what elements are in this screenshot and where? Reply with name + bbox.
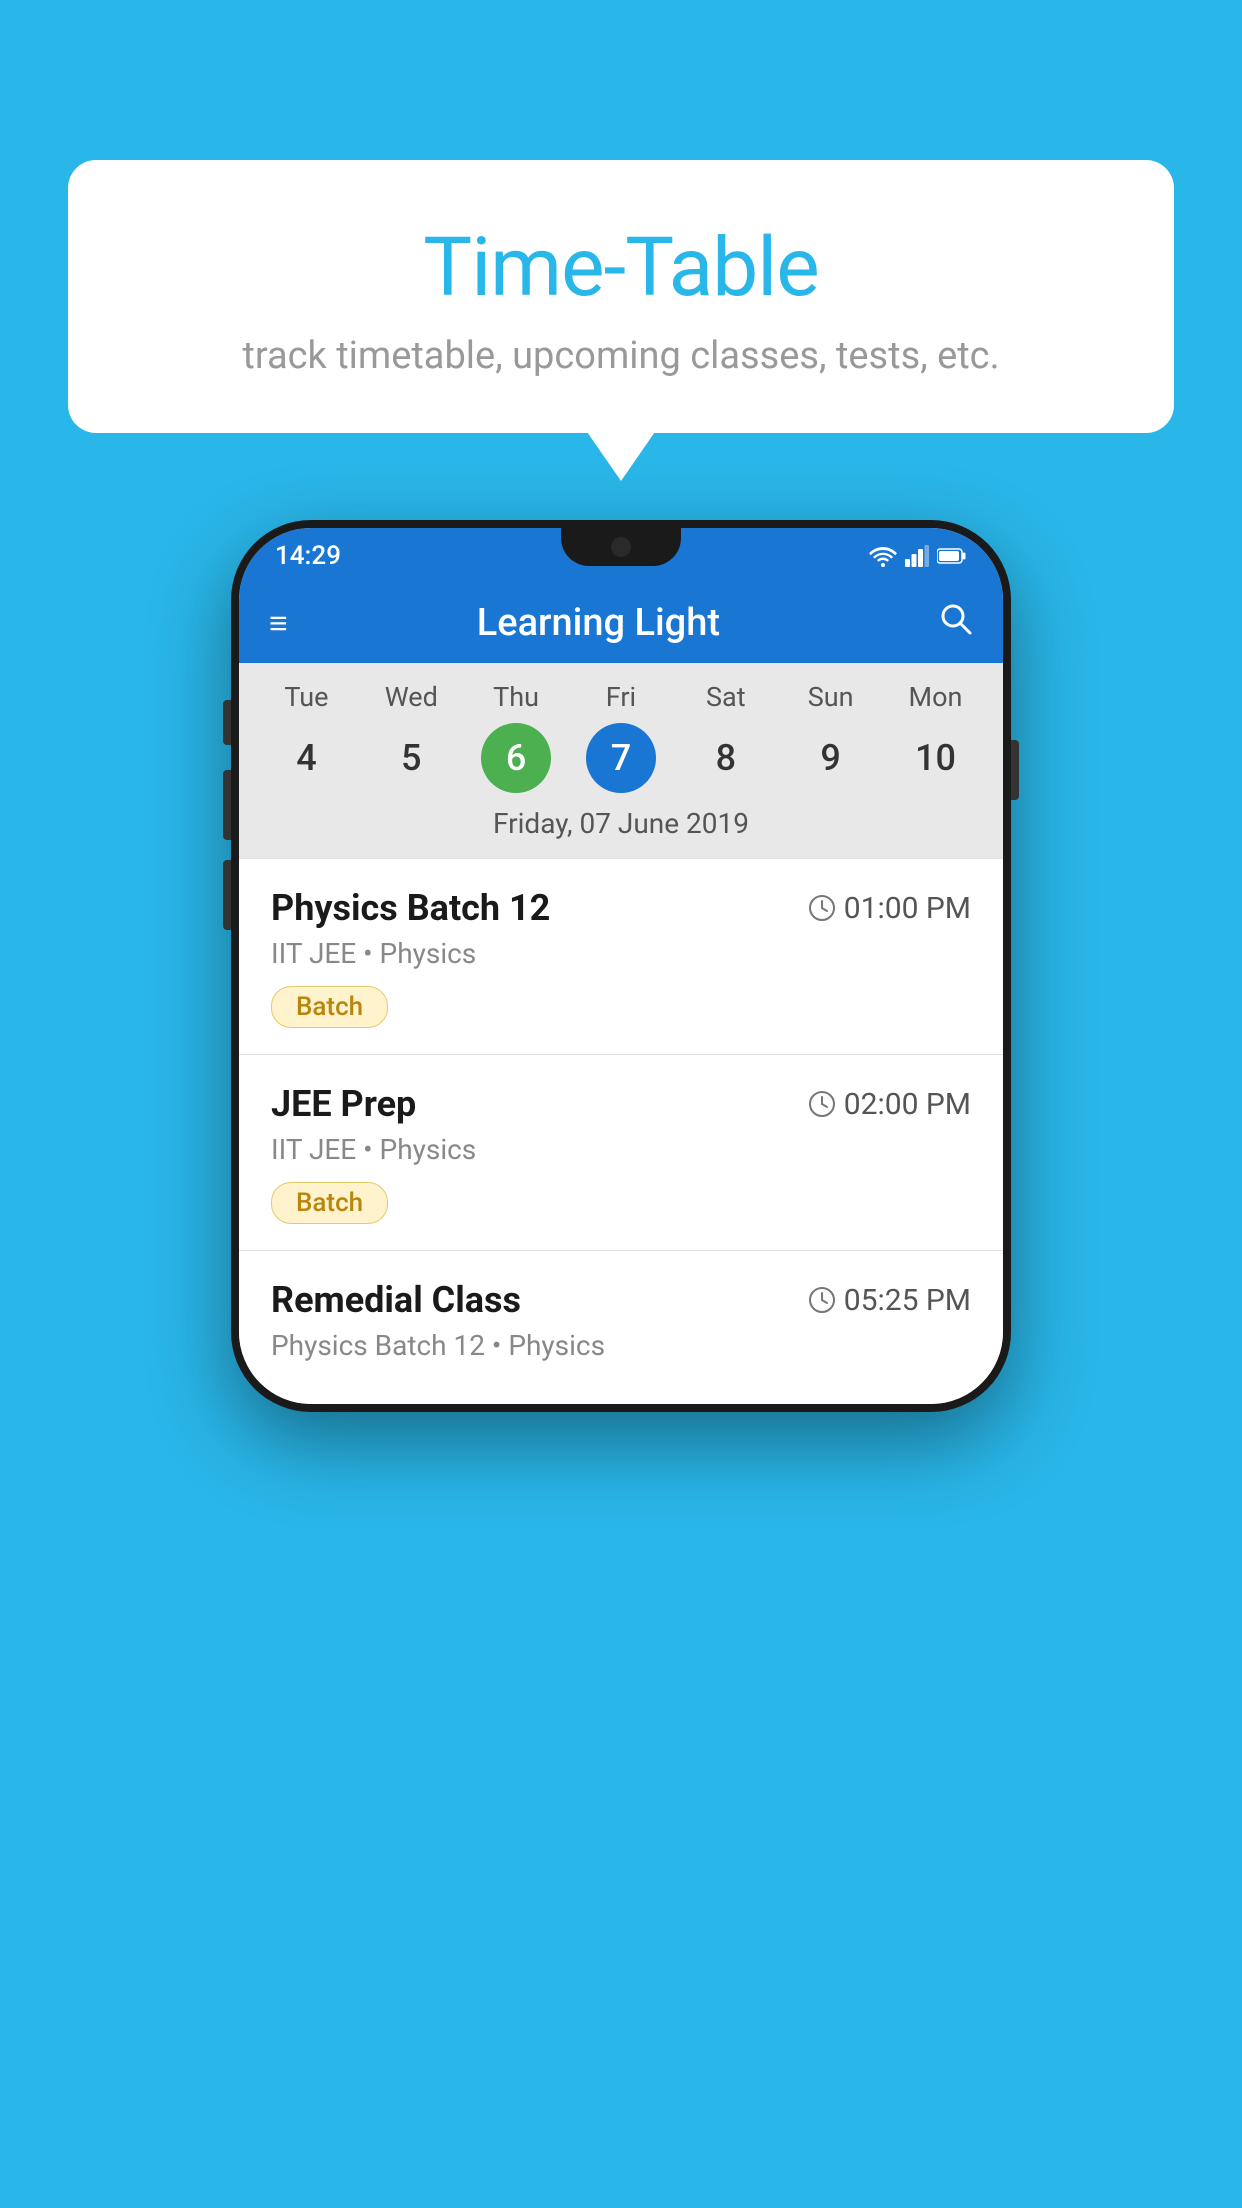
day-name: Sat xyxy=(706,681,746,713)
schedule-row-top: Physics Batch 12 01:00 PM xyxy=(271,887,971,929)
camera-dot xyxy=(611,537,631,557)
clock-icon xyxy=(808,1286,836,1314)
volume-silent-button xyxy=(223,700,231,745)
day-name: Fri xyxy=(606,681,636,713)
day-number[interactable]: 6 xyxy=(481,723,551,793)
status-bar: 14:29 xyxy=(239,528,1003,583)
wifi-icon xyxy=(869,545,897,567)
volume-up-button xyxy=(223,770,231,840)
schedule-sub: IIT JEE • Physics xyxy=(271,937,971,970)
day-number[interactable]: 7 xyxy=(586,723,656,793)
day-name: Thu xyxy=(493,681,539,713)
day-number[interactable]: 4 xyxy=(271,723,341,793)
day-number[interactable]: 8 xyxy=(691,723,761,793)
day-number[interactable]: 5 xyxy=(376,723,446,793)
day-col-thu[interactable]: Thu 6 xyxy=(469,681,564,793)
schedule-time: 02:00 PM xyxy=(808,1087,971,1122)
app-title: Learning Light xyxy=(318,601,879,645)
volume-down-button xyxy=(223,860,231,930)
schedule-sub: Physics Batch 12 • Physics xyxy=(271,1329,971,1362)
day-col-sun[interactable]: Sun 9 xyxy=(783,681,878,793)
signal-icon xyxy=(905,545,929,567)
day-name: Wed xyxy=(385,681,438,713)
schedule-list: Physics Batch 12 01:00 PM IIT JEE • Physi… xyxy=(239,858,1003,1404)
day-col-fri[interactable]: Fri 7 xyxy=(573,681,668,793)
day-name: Tue xyxy=(284,681,328,713)
top-bar: ≡ Learning Light xyxy=(239,583,1003,663)
day-name: Sun xyxy=(808,681,854,713)
schedule-time: 01:00 PM xyxy=(808,891,971,926)
clock-icon xyxy=(808,1090,836,1118)
schedule-sub: IIT JEE • Physics xyxy=(271,1133,971,1166)
speech-bubble: Time-Table track timetable, upcoming cla… xyxy=(68,160,1174,433)
phone-screen: 14:29 xyxy=(239,528,1003,1404)
hamburger-icon[interactable]: ≡ xyxy=(269,604,288,642)
selected-date: Friday, 07 June 2019 xyxy=(239,793,1003,858)
schedule-name: Remedial Class xyxy=(271,1279,521,1321)
day-col-sat[interactable]: Sat 8 xyxy=(678,681,773,793)
day-col-tue[interactable]: Tue 4 xyxy=(259,681,354,793)
day-name: Mon xyxy=(909,681,963,713)
phone-wrapper: 14:29 xyxy=(231,520,1011,1412)
schedule-item[interactable]: Remedial Class 05:25 PM Physics Batch 12 … xyxy=(239,1250,1003,1404)
battery-icon xyxy=(937,547,967,565)
power-button xyxy=(1011,740,1019,800)
day-col-wed[interactable]: Wed 5 xyxy=(364,681,459,793)
status-time: 14:29 xyxy=(275,541,341,571)
bubble-title: Time-Table xyxy=(118,220,1124,316)
calendar-header: Tue 4 Wed 5 Thu 6 Fri 7 Sat 8 Sun 9 Mon 10 Friday, 07… xyxy=(239,663,1003,858)
day-number[interactable]: 9 xyxy=(796,723,866,793)
phone-frame: 14:29 xyxy=(231,520,1011,1412)
schedule-time: 05:25 PM xyxy=(808,1283,971,1318)
search-icon[interactable] xyxy=(939,602,973,645)
day-col-mon[interactable]: Mon 10 xyxy=(888,681,983,793)
schedule-row-top: Remedial Class 05:25 PM xyxy=(271,1279,971,1321)
schedule-name: Physics Batch 12 xyxy=(271,887,550,929)
status-icons xyxy=(869,545,967,567)
schedule-row-top: JEE Prep 02:00 PM xyxy=(271,1083,971,1125)
day-number[interactable]: 10 xyxy=(900,723,970,793)
days-row: Tue 4 Wed 5 Thu 6 Fri 7 Sat 8 Sun 9 Mon 10 xyxy=(239,681,1003,793)
bubble-subtitle: track timetable, upcoming classes, tests… xyxy=(118,334,1124,378)
schedule-name: JEE Prep xyxy=(271,1083,416,1125)
schedule-item[interactable]: JEE Prep 02:00 PM IIT JEE • Physics Batch xyxy=(239,1054,1003,1250)
batch-badge: Batch xyxy=(271,986,388,1028)
clock-icon xyxy=(808,894,836,922)
schedule-item[interactable]: Physics Batch 12 01:00 PM IIT JEE • Physi… xyxy=(239,858,1003,1054)
phone-notch xyxy=(561,528,681,566)
batch-badge: Batch xyxy=(271,1182,388,1224)
